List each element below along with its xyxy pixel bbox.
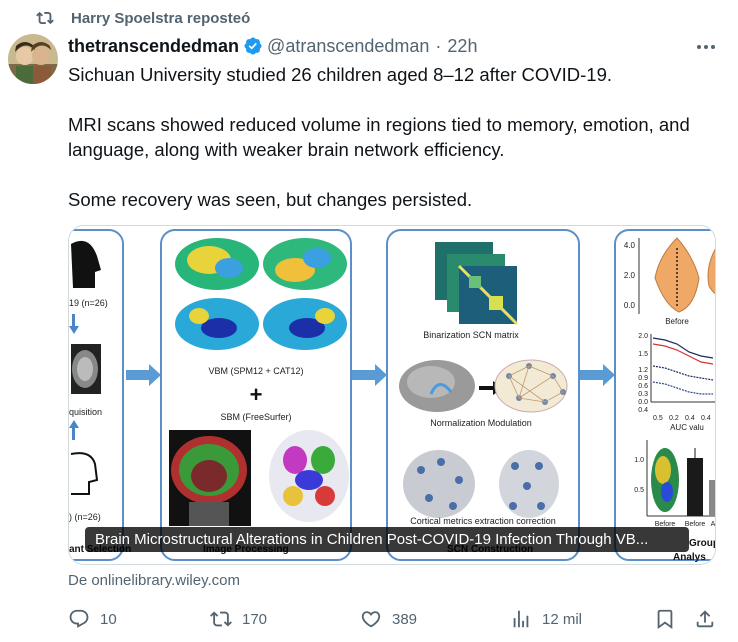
line-ytick-4: 0.9 (638, 375, 648, 382)
heart-icon (361, 611, 381, 628)
share-button[interactable] (694, 604, 716, 634)
panel1-acquisition-label: quisition (69, 407, 102, 417)
reply-count: 10 (100, 610, 117, 628)
line-xtick-1: 0.5 (653, 415, 663, 422)
tweet-media[interactable]: 19 (n=26) quisition ) (n=26) ant Selecti… (68, 225, 716, 565)
violin-ytick-1: 4.0 (624, 241, 636, 250)
line-ytick-5: 0.6 (638, 383, 648, 390)
plus-sign: + (250, 382, 263, 407)
header-separator: · (435, 35, 442, 56)
author-handle[interactable]: @atranscendedman (267, 36, 429, 57)
violin-xlabel: Before (665, 317, 689, 326)
like-button[interactable]: 389 (360, 604, 417, 634)
repost-text: Harry Spoelstra reposteó (71, 9, 251, 27)
vbm-label: VBM (SPM12 + CAT12) (208, 366, 303, 376)
panel4-footer-1: Group The (689, 538, 716, 549)
bar-ytick-1: 1.0 (634, 457, 644, 464)
author-name[interactable]: thetranscendedman (68, 36, 239, 57)
tweet-header: thetranscendedman @atranscendedman · 22h (68, 34, 477, 58)
bar-ytick-2: 0.5 (634, 487, 644, 494)
panel4-footer-2: Analys (673, 552, 706, 563)
source-link[interactable]: De onlinelibrary.wiley.com (68, 572, 240, 589)
auc-label: AUC valu (670, 423, 704, 432)
repost-header[interactable]: Harry Spoelstra reposteó (36, 8, 250, 28)
like-count: 389 (392, 610, 418, 628)
sbm-label: SBM (FreeSurfer) (220, 412, 291, 422)
line-ytick-7: 0.0 (638, 399, 648, 406)
bar-xlabel-3: A (711, 521, 716, 528)
line-ytick-2: 1.5 (638, 351, 648, 358)
normalization-label: Normalization Modulation (430, 418, 532, 428)
share-icon (696, 610, 714, 628)
line-ytick-1: 2.0 (638, 333, 648, 340)
bookmark-button[interactable] (654, 604, 676, 634)
views-count: 12 mil (542, 610, 583, 628)
line-xtick-2: 0.2 (669, 415, 679, 422)
panel1-n2-label: ) (n=26) (69, 512, 101, 522)
panel1-cohort-label: 19 (n=26) (69, 298, 108, 308)
avatar[interactable] (8, 34, 58, 84)
repost-icon (36, 11, 54, 25)
bookmark-icon (657, 609, 673, 630)
binarization-label: Binarization SCN matrix (423, 330, 519, 340)
tweet-text-line-2: MRI scans showed reduced volume in regio… (68, 114, 690, 160)
tweet-text: Sichuan University studied 26 children a… (68, 62, 718, 212)
tweet-text-line-1: Sichuan University studied 26 children a… (68, 64, 612, 85)
tweet-actions: 10 170 389 12 mil (68, 604, 718, 634)
repost-icon (210, 611, 232, 627)
reply-icon (69, 609, 89, 628)
line-ytick-6: 0.3 (638, 391, 648, 398)
tweet-time[interactable]: 22h (447, 36, 477, 57)
repost-button[interactable]: 170 (210, 604, 267, 634)
reply-button[interactable]: 10 (68, 604, 117, 634)
line-xtick-3: 0.4 (685, 415, 695, 422)
verified-badge-icon[interactable] (243, 36, 263, 56)
line-xtick-4: 0.4 (701, 415, 711, 422)
tweet-text-line-3: Some recovery was seen, but changes pers… (68, 189, 473, 210)
violin-ytick-2: 2.0 (624, 271, 636, 280)
more-dots-icon (697, 45, 715, 49)
repost-count: 170 (242, 610, 268, 628)
violin-ytick-3: 0.0 (624, 301, 636, 310)
line-ytick-3: 1.2 (638, 367, 648, 374)
views-button[interactable]: 12 mil (510, 604, 582, 634)
more-options-button[interactable] (694, 38, 718, 56)
analytics-icon (513, 610, 529, 628)
research-figure-image: 19 (n=26) quisition ) (n=26) ant Selecti… (69, 226, 716, 564)
cortical-label: Cortical metrics extraction correction (410, 516, 556, 526)
media-caption: Brain Microstructural Alterations in Chi… (85, 527, 689, 552)
bar-xlabel-2: Before (685, 521, 706, 528)
line-ytick-8: 0.4 (638, 407, 648, 414)
